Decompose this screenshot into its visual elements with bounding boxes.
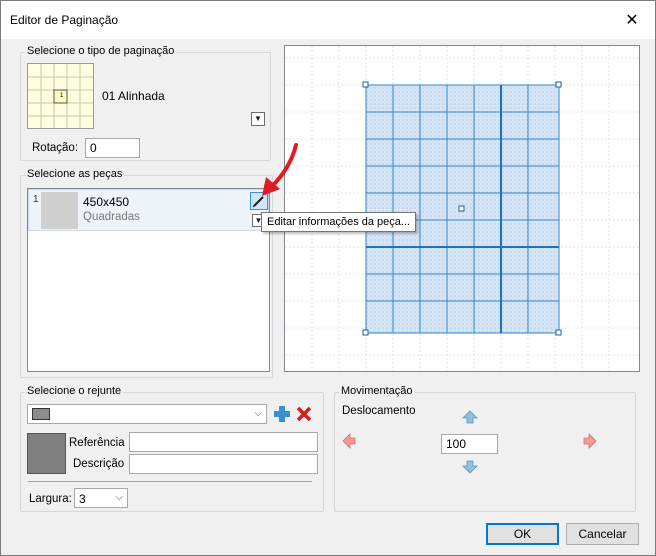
grout-preview-swatch [27,433,66,474]
remove-grout-button[interactable] [296,406,312,422]
width-value: 3 [79,492,86,506]
reference-input[interactable] [129,432,318,452]
move-down-arrow-icon[interactable] [462,460,478,474]
chevron-down-icon: ▼ [254,114,262,123]
title-bar: Editor de Paginação ✕ [1,1,655,39]
window-title: Editor de Paginação [10,13,119,27]
close-icon: ✕ [625,12,639,29]
piece-name: 450x450 [83,195,130,209]
rotation-label: Rotação: [32,142,79,154]
width-label: Largura: [29,493,72,505]
offset-label: Deslocamento [342,405,416,417]
offset-input[interactable]: 100 [441,434,498,454]
preview-drawing [285,46,639,371]
cancel-button[interactable]: Cancelar [566,523,639,545]
description-label: Descrição [73,458,125,470]
width-select[interactable]: 3 ⌵ [74,488,128,508]
chevron-down-icon: ⌵ [254,408,262,419]
description-input[interactable] [129,454,318,474]
pagination-type-dropdown-button[interactable]: ▼ [251,112,265,126]
movement-legend: Movimentação [339,385,415,397]
edit-piece-tooltip: Editar informações da peça... [261,212,417,232]
thumbnail-label: 1 [60,93,64,99]
paging-editor-dialog: Editor de Paginação ✕ Selecione o tipo d… [0,0,656,556]
grout-color-swatch [32,408,50,420]
move-right-arrow-icon[interactable] [583,433,597,449]
rotation-input[interactable]: 0 [85,138,140,158]
piece-index: 1 [33,194,39,205]
move-left-arrow-icon[interactable] [342,433,356,449]
pagination-type-legend: Selecione o tipo de paginação [25,45,177,57]
pagination-type-name: 01 Alinhada [102,89,165,103]
divider [28,481,312,482]
grout-legend: Selecione o rejunte [25,385,124,397]
piece-type: Quadradas [83,211,140,223]
chevron-down-icon: ⌵ [115,492,123,503]
grout-select[interactable]: ⌵ [27,404,267,424]
list-item[interactable]: 1 450x450 Quadradas ▼ [28,189,269,231]
reference-label: Referência [69,437,125,449]
pieces-list: 1 450x450 Quadradas ▼ [27,188,270,372]
move-up-arrow-icon[interactable] [462,410,478,424]
piece-swatch [41,192,78,229]
pieces-legend: Selecione as peças [25,168,125,180]
pagination-type-thumbnail[interactable]: 1 [27,63,94,129]
red-arrow-annotation-icon [262,143,298,196]
pagination-preview-canvas[interactable] [284,45,640,372]
ok-button[interactable]: OK [486,523,559,545]
add-grout-button[interactable] [273,405,291,423]
close-button[interactable]: ✕ [609,1,655,39]
